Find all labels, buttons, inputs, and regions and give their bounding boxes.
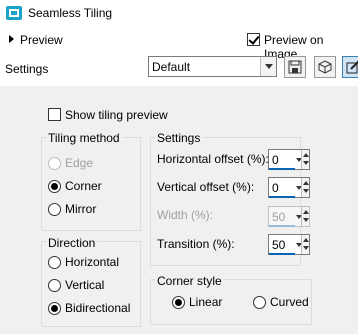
horizontal-label[interactable]: Horizontal <box>65 255 119 269</box>
corner-radio[interactable] <box>48 180 61 193</box>
transition-input[interactable]: 50 <box>268 234 310 255</box>
linear-radio[interactable] <box>172 296 185 309</box>
spinner-icon[interactable] <box>301 178 309 197</box>
value-slider-bar[interactable] <box>269 168 295 170</box>
preview-toggle[interactable]: Preview <box>20 33 63 47</box>
corner-label[interactable]: Corner <box>65 179 102 193</box>
horizontal-offset-input[interactable]: 0 <box>268 149 310 170</box>
save-icon <box>288 60 302 74</box>
curved-radio[interactable] <box>253 296 266 309</box>
curved-label[interactable]: Curved <box>270 295 309 309</box>
spinner-icon <box>301 207 309 226</box>
vertical-label[interactable]: Vertical <box>65 278 104 292</box>
preset-select[interactable]: Default <box>148 56 277 77</box>
show-tiling-preview-checkbox[interactable] <box>48 108 61 121</box>
randomize-button[interactable] <box>314 56 336 78</box>
vertical-offset-label: Vertical offset (%): <box>157 180 255 194</box>
transition-value[interactable]: 50 <box>272 238 285 252</box>
edge-radio[interactable] <box>48 157 61 170</box>
width-label: Width (%): <box>157 208 214 222</box>
mirror-radio[interactable] <box>48 203 61 216</box>
value-slider-bar <box>269 225 295 227</box>
horizontal-offset-value[interactable]: 0 <box>272 153 279 167</box>
preset-value: Default <box>152 60 191 74</box>
direction-title: Direction <box>46 236 98 250</box>
vertical-radio[interactable] <box>48 279 61 292</box>
horizontal-radio[interactable] <box>48 256 61 269</box>
width-input: 50 <box>268 206 310 227</box>
settings-label: Settings <box>5 62 49 76</box>
spinner-icon[interactable] <box>301 150 309 169</box>
app-icon <box>6 6 22 20</box>
edit-icon <box>346 60 358 74</box>
width-value: 50 <box>272 210 286 224</box>
mirror-label[interactable]: Mirror <box>65 202 96 216</box>
vertical-offset-value[interactable]: 0 <box>272 181 279 195</box>
expand-triangle-icon[interactable] <box>9 35 14 43</box>
vertical-offset-input[interactable]: 0 <box>268 177 310 198</box>
bidirectional-label[interactable]: Bidirectional <box>65 301 130 315</box>
show-tiling-preview-label[interactable]: Show tiling preview <box>65 108 168 122</box>
window-title: Seamless Tiling <box>28 6 113 20</box>
cube-icon <box>318 60 332 74</box>
tiling-method-title: Tiling method <box>46 131 122 145</box>
settings-group-title: Settings <box>155 131 203 145</box>
value-slider-bar[interactable] <box>269 253 295 255</box>
bidirectional-radio[interactable] <box>48 302 61 315</box>
transition-label: Transition (%): <box>157 237 235 251</box>
edge-label: Edge <box>65 156 94 170</box>
edit-preset-button[interactable] <box>342 56 358 78</box>
chevron-down-icon[interactable] <box>260 57 276 76</box>
save-preset-button[interactable] <box>284 56 306 78</box>
preview-on-image-checkbox[interactable] <box>247 33 260 46</box>
horizontal-offset-label: Horizontal offset (%): <box>157 152 269 166</box>
value-slider-bar[interactable] <box>269 196 295 198</box>
linear-label[interactable]: Linear <box>189 295 222 309</box>
corner-style-title: Corner style <box>155 274 224 288</box>
spinner-icon[interactable] <box>301 235 309 254</box>
